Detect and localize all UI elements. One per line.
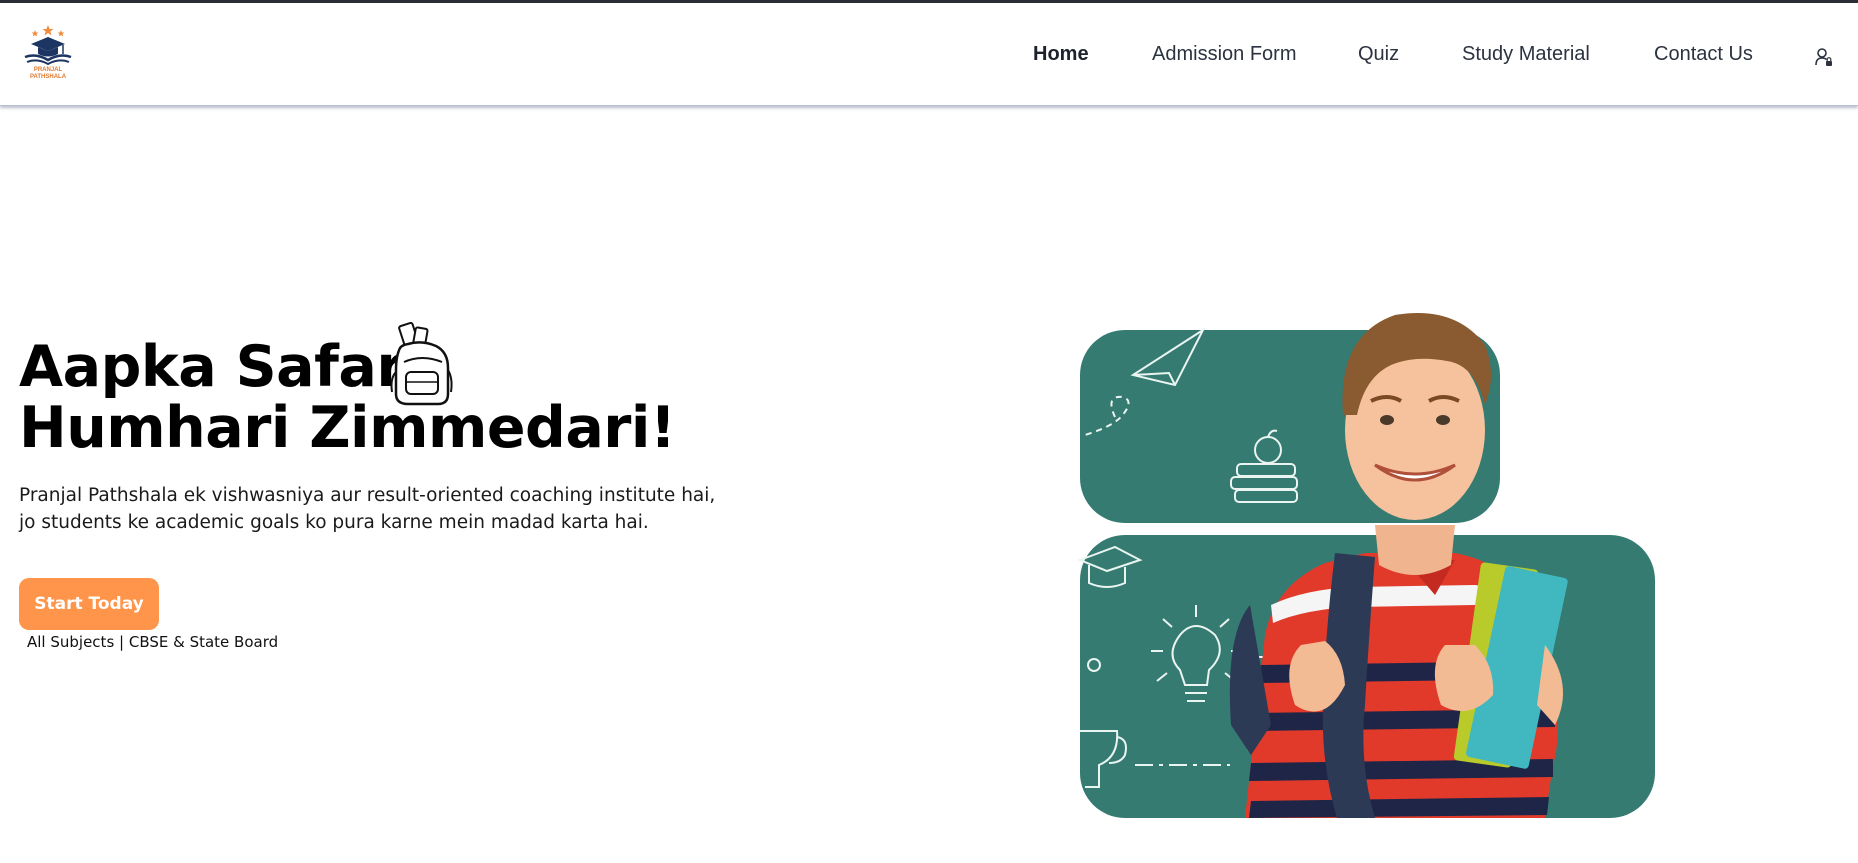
site-header: PRANJAL PATHSHALA Home Admission Form Qu… bbox=[0, 3, 1858, 106]
nav-link-quiz[interactable]: Quiz bbox=[1358, 43, 1399, 66]
hero-description: Pranjal Pathshala ek vishwasniya aur res… bbox=[19, 485, 716, 533]
subjects-note: All Subjects | CBSE & State Board bbox=[27, 633, 279, 651]
nav-link-contact-us[interactable]: Contact Us bbox=[1654, 43, 1753, 66]
start-today-button[interactable]: Start Today bbox=[19, 578, 159, 630]
nav-link-home[interactable]: Home bbox=[1033, 43, 1089, 66]
main-nav: Home Admission Form Quiz Study Material … bbox=[0, 3, 1858, 106]
backpack-icon bbox=[390, 322, 453, 406]
nav-link-admission-form[interactable]: Admission Form bbox=[1152, 43, 1296, 66]
nav-link-study-material[interactable]: Study Material bbox=[1462, 43, 1590, 66]
hero-title-line1: Aapka Safar, bbox=[19, 334, 417, 400]
user-lock-icon[interactable] bbox=[1815, 47, 1833, 67]
hero-illustration bbox=[1077, 313, 1655, 818]
hero-title: Aapka Safar, Humhari Zimmedari! bbox=[19, 334, 676, 461]
hero-title-line2: Humhari Zimmedari! bbox=[19, 395, 676, 461]
